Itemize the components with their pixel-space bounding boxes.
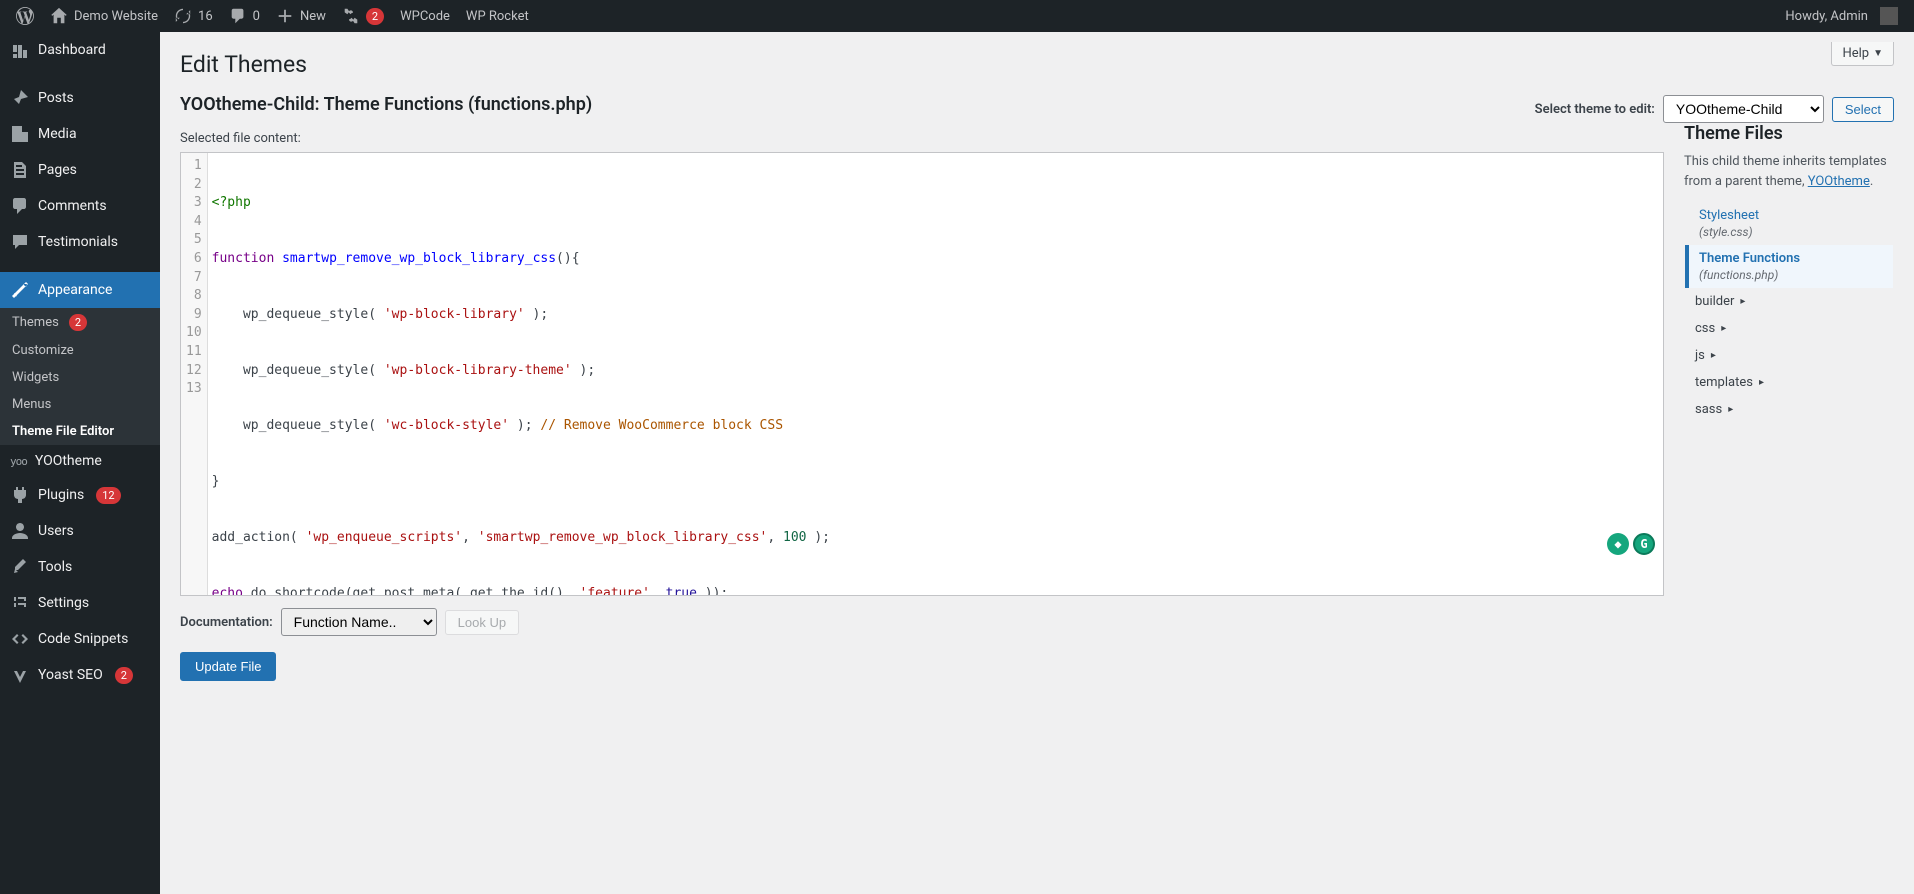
file-item[interactable]: Theme Functions(functions.php)	[1685, 245, 1893, 288]
testimonials-icon	[10, 232, 30, 252]
admin-bar: Demo Website 16 0 New 2 WPCode WP Rocket…	[0, 0, 1914, 32]
my-account[interactable]: Howdy, Admin	[1777, 0, 1906, 32]
folder-item[interactable]: builder	[1685, 288, 1893, 315]
site-link[interactable]: Demo Website	[42, 0, 166, 32]
parent-theme-link[interactable]: YOOtheme	[1808, 174, 1870, 189]
yootheme-icon: yoo	[10, 455, 27, 468]
code-icon	[10, 629, 30, 649]
grammarly-icon[interactable]: G	[1633, 533, 1655, 555]
yoast-badge: 2	[115, 667, 133, 684]
comment-icon	[229, 7, 247, 25]
new-link[interactable]: New	[268, 0, 334, 32]
comments-count: 0	[253, 9, 260, 24]
menu-testimonials[interactable]: Testimonials	[0, 224, 160, 260]
folder-item[interactable]: js	[1685, 342, 1893, 369]
editor-overlay-badges: ◆ G	[1607, 533, 1655, 555]
menu-media[interactable]: Media	[0, 116, 160, 152]
shield-icon[interactable]: ◆	[1607, 533, 1629, 555]
page-title: Edit Themes	[180, 42, 1894, 82]
avatar	[1880, 7, 1898, 25]
update-file-button[interactable]: Update File	[180, 652, 276, 681]
submenu-widgets[interactable]: Widgets	[0, 364, 160, 391]
users-icon	[10, 521, 30, 541]
submenu-themes[interactable]: Themes 2	[0, 308, 160, 337]
menu-appearance[interactable]: Appearance	[0, 272, 160, 308]
menu-pages[interactable]: Pages	[0, 152, 160, 188]
lookup-button[interactable]: Look Up	[445, 610, 519, 635]
submenu-menus[interactable]: Menus	[0, 391, 160, 418]
plus-icon	[276, 7, 294, 25]
update-icon	[174, 7, 192, 25]
theme-files-heading: Theme Files	[1684, 123, 1894, 144]
submenu-customize[interactable]: Customize	[0, 337, 160, 364]
wordpress-icon	[16, 7, 34, 25]
home-icon	[50, 7, 68, 25]
themes-badge: 2	[69, 314, 87, 331]
comments-icon	[10, 196, 30, 216]
theme-select[interactable]: YOOtheme-Child	[1663, 95, 1824, 123]
folder-item[interactable]: sass	[1685, 396, 1893, 423]
dashboard-icon	[10, 40, 30, 60]
media-icon	[10, 124, 30, 144]
select-button[interactable]: Select	[1832, 97, 1894, 122]
folder-item[interactable]: css	[1685, 315, 1893, 342]
plugins-badge: 12	[96, 487, 120, 504]
menu-comments[interactable]: Comments	[0, 188, 160, 224]
plugins-icon	[10, 485, 30, 505]
appearance-icon	[10, 280, 30, 300]
site-name: Demo Website	[74, 9, 158, 24]
documentation-select[interactable]: Function Name...	[281, 608, 437, 636]
menu-code-snippets[interactable]: Code Snippets	[0, 621, 160, 657]
menu-dashboard[interactable]: Dashboard	[0, 32, 160, 68]
wpcode-link[interactable]: WPCode	[392, 0, 458, 32]
code-editor[interactable]: 12345678910111213 <?php function smartwp…	[180, 152, 1664, 596]
howdy-text: Howdy, Admin	[1785, 9, 1868, 24]
submenu-theme-file-editor[interactable]: Theme File Editor	[0, 418, 160, 445]
updates-count: 16	[198, 9, 213, 24]
select-theme-label: Select theme to edit:	[1535, 102, 1655, 117]
inherit-notice: This child theme inherits templates from…	[1684, 152, 1894, 191]
yoast-icon	[10, 665, 30, 685]
folder-item[interactable]: templates	[1685, 369, 1893, 396]
chevron-down-icon: ▼	[1873, 48, 1883, 59]
wprocket-link[interactable]: WP Rocket	[458, 0, 537, 32]
pin-icon	[10, 88, 30, 108]
settings-icon	[10, 593, 30, 613]
link-broken-icon	[342, 7, 360, 25]
help-tab[interactable]: Help ▼	[1831, 42, 1894, 66]
menu-yoast[interactable]: Yoast SEO 2	[0, 657, 160, 693]
documentation-label: Documentation:	[180, 615, 273, 630]
file-tree: Stylesheet(style.css)Theme Functions(fun…	[1684, 201, 1894, 424]
pages-icon	[10, 160, 30, 180]
menu-yootheme[interactable]: yoo YOOtheme	[0, 445, 160, 477]
broken-count: 2	[366, 8, 384, 25]
menu-posts[interactable]: Posts	[0, 80, 160, 116]
updates-link[interactable]: 16	[166, 0, 221, 32]
comments-link[interactable]: 0	[221, 0, 268, 32]
new-label: New	[300, 9, 326, 24]
broken-link-checker[interactable]: 2	[334, 0, 392, 32]
menu-users[interactable]: Users	[0, 513, 160, 549]
menu-settings[interactable]: Settings	[0, 585, 160, 621]
appearance-submenu: Themes 2 Customize Widgets Menus Theme F…	[0, 308, 160, 445]
menu-tools[interactable]: Tools	[0, 549, 160, 585]
selected-file-label: Selected file content:	[180, 131, 1664, 146]
file-item[interactable]: Stylesheet(style.css)	[1685, 202, 1893, 245]
code-content[interactable]: <?php function smartwp_remove_wp_block_l…	[208, 153, 1663, 595]
admin-menu: Dashboard Posts Media Pages Comments Tes…	[0, 32, 160, 894]
menu-plugins[interactable]: Plugins 12	[0, 477, 160, 513]
tools-icon	[10, 557, 30, 577]
wp-logo[interactable]	[8, 0, 42, 32]
line-gutter: 12345678910111213	[181, 153, 208, 595]
